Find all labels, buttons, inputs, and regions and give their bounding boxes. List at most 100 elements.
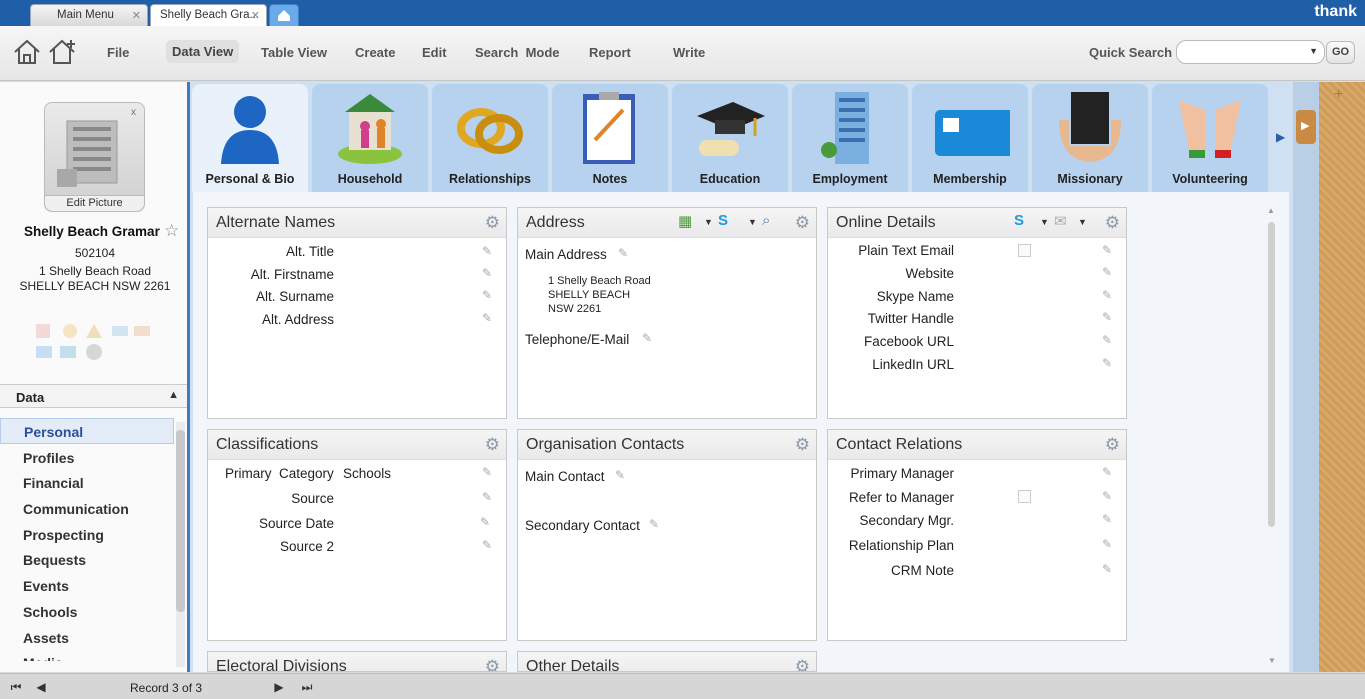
quick-search-input[interactable]: ▼ [1176, 40, 1325, 64]
tab-education[interactable]: Education [672, 84, 788, 192]
menu-data-view[interactable]: Data View [166, 40, 240, 63]
last-record-icon[interactable]: ⏭ [296, 677, 318, 697]
close-icon[interactable]: ✕ [251, 9, 260, 22]
record-picture[interactable]: x Edit Picture [44, 102, 145, 212]
pencil-icon[interactable]: ✎ [1102, 465, 1112, 479]
gear-icon[interactable]: ⚙ [795, 657, 810, 671]
gear-icon[interactable]: ⚙ [795, 435, 810, 455]
pencil-icon[interactable]: ✎ [1102, 512, 1112, 526]
pencil-icon[interactable]: ✎ [1102, 333, 1112, 347]
pencil-icon[interactable]: ✎ [1102, 562, 1112, 576]
tab-membership[interactable]: Membership [912, 84, 1028, 192]
gear-icon[interactable]: ⚙ [485, 657, 500, 671]
menu-edit[interactable]: Edit [422, 45, 447, 60]
nav-item-communication[interactable]: Communication [0, 495, 174, 521]
menu-search-mode[interactable]: Search Mode [475, 45, 560, 60]
tab-missionary[interactable]: Missionary [1032, 84, 1148, 192]
nav-item-financial[interactable]: Financial [0, 469, 174, 495]
pencil-icon[interactable]: ✎ [1102, 310, 1112, 324]
menu-report[interactable]: Report [589, 45, 631, 60]
tabs-scroll-right-icon[interactable]: ▶ [1276, 130, 1285, 144]
star-icon[interactable]: ☆ [164, 221, 179, 241]
edit-picture-button[interactable]: Edit Picture [45, 195, 144, 211]
tab-personal-bio[interactable]: Personal & Bio [192, 84, 308, 192]
email-icon[interactable]: ✉ [1054, 212, 1067, 230]
new-tab-home-icon[interactable] [269, 4, 299, 26]
skype-icon[interactable]: S [1014, 212, 1024, 229]
tab-main-menu[interactable]: Main Menu ✕ [30, 4, 148, 26]
tab-notes[interactable]: Notes [552, 84, 668, 192]
pencil-icon[interactable]: ✎ [1102, 356, 1112, 370]
pencil-icon[interactable]: ✎ [482, 490, 492, 504]
corkboard-handle[interactable]: ▶ [1296, 110, 1316, 144]
cards-scrollbar-thumb[interactable] [1268, 222, 1275, 527]
tab-label: Personal & Bio [205, 172, 295, 186]
nav-item-personal[interactable]: Personal [0, 418, 174, 444]
menu-table-view[interactable]: Table View [261, 45, 327, 60]
nav-item-assets[interactable]: Assets [0, 624, 174, 650]
pencil-icon[interactable]: ✎ [1102, 243, 1112, 257]
nav-scrollbar[interactable] [176, 422, 185, 667]
pencil-icon[interactable]: ✎ [615, 468, 625, 482]
pencil-icon[interactable]: ✎ [482, 266, 492, 280]
refer-to-manager-checkbox[interactable] [1018, 490, 1031, 503]
gear-icon[interactable]: ⚙ [485, 435, 500, 455]
nav-item-bequests[interactable]: Bequests [0, 546, 174, 572]
plain-text-email-checkbox[interactable] [1018, 244, 1031, 257]
pencil-icon[interactable]: ✎ [482, 538, 492, 552]
go-button[interactable]: GO [1326, 41, 1355, 64]
chevron-down-icon[interactable]: ▼ [748, 217, 757, 227]
pencil-icon[interactable]: ✎ [1102, 537, 1112, 551]
gear-icon[interactable]: ⚙ [485, 213, 500, 233]
tab-volunteering[interactable]: Volunteering [1152, 84, 1268, 192]
pencil-icon[interactable]: ✎ [482, 465, 492, 479]
search-icon[interactable]: ⌕ [762, 212, 770, 229]
tab-household[interactable]: Household [312, 84, 428, 192]
first-record-icon[interactable]: ⏮ [5, 677, 27, 697]
chevron-up-icon[interactable]: ▲ [168, 389, 179, 401]
nav-item-profiles[interactable]: Profiles [0, 444, 174, 470]
gear-icon[interactable]: ⚙ [795, 213, 810, 233]
skype-icon[interactable]: S [718, 212, 728, 229]
nav-item-events[interactable]: Events [0, 572, 174, 598]
map-icon[interactable]: ▦ [678, 212, 692, 230]
pencil-icon[interactable]: ✎ [482, 244, 492, 258]
menu-file[interactable]: File [107, 45, 129, 60]
gear-icon[interactable]: ⚙ [1105, 213, 1120, 233]
pencil-icon[interactable]: ✎ [480, 515, 490, 529]
pencil-icon[interactable]: ✎ [618, 246, 628, 260]
home-icon[interactable] [12, 38, 42, 66]
pencil-icon[interactable]: ✎ [1102, 288, 1112, 302]
previous-record-icon[interactable]: ◀ [30, 677, 52, 697]
tab-employment[interactable]: Employment [792, 84, 908, 192]
chevron-down-icon[interactable]: ▼ [1078, 217, 1087, 227]
add-home-icon[interactable] [47, 38, 77, 66]
close-icon[interactable]: ✕ [132, 9, 141, 22]
tab-record[interactable]: Shelly Beach Gra... ✕ [150, 4, 267, 26]
household-icon [338, 94, 402, 164]
data-section-header[interactable]: Data ▲ [0, 384, 187, 408]
chevron-down-icon[interactable]: ▼ [704, 217, 713, 227]
pencil-icon[interactable]: ✎ [482, 288, 492, 302]
scroll-down-icon[interactable]: ▼ [1268, 656, 1276, 665]
pencil-icon[interactable]: ✎ [1102, 265, 1112, 279]
nav-item-prospecting[interactable]: Prospecting [0, 521, 174, 547]
tab-label: Shelly Beach Gra... [160, 9, 260, 21]
pencil-icon[interactable]: ✎ [649, 517, 659, 531]
next-record-icon[interactable]: ▶ [268, 677, 290, 697]
gear-icon[interactable]: ⚙ [1105, 435, 1120, 455]
pencil-icon[interactable]: ✎ [1102, 489, 1112, 503]
menu-create[interactable]: Create [355, 45, 395, 60]
tab-relationships[interactable]: Relationships [432, 84, 548, 192]
nav-scrollbar-thumb[interactable] [176, 430, 185, 612]
pencil-icon[interactable]: ✎ [642, 331, 652, 345]
nav-item-schools[interactable]: Schools [0, 598, 174, 624]
nav-item-media[interactable]: Media [0, 649, 174, 661]
cards-scrollbar[interactable]: ▲ [1266, 206, 1276, 536]
scroll-up-icon[interactable]: ▲ [1267, 206, 1275, 215]
plus-icon[interactable]: + [1334, 86, 1343, 104]
chevron-down-icon[interactable]: ▼ [1309, 46, 1318, 56]
pencil-icon[interactable]: ✎ [482, 311, 492, 325]
chevron-down-icon[interactable]: ▼ [1040, 217, 1049, 227]
menu-write[interactable]: Write [673, 45, 705, 60]
